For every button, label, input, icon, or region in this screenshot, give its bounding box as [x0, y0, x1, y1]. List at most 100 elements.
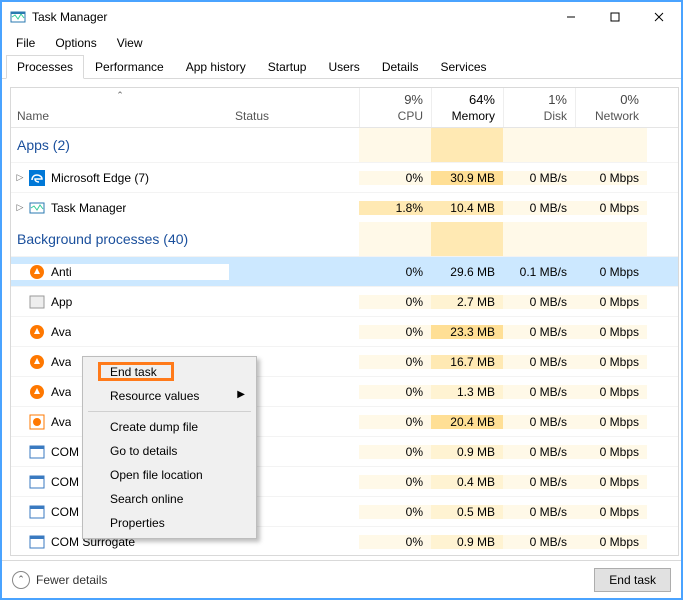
fewer-details-button[interactable]: ⌃ Fewer details	[12, 571, 107, 589]
ctx-end-task[interactable]: End task	[86, 360, 253, 384]
cell-network: 0 Mbps	[575, 415, 647, 429]
col-name[interactable]: ⌃ Name	[11, 88, 229, 127]
cell-network: 0 Mbps	[575, 265, 647, 279]
tab-app-history[interactable]: App history	[175, 55, 257, 79]
col-disk[interactable]: 1% Disk	[503, 88, 575, 127]
ctx-resource-values-label: Resource values	[110, 389, 199, 403]
col-cpu[interactable]: 9% CPU	[359, 88, 431, 127]
memory-pct: 64%	[440, 92, 495, 107]
cell-memory: 20.4 MB	[431, 415, 503, 429]
menu-options[interactable]: Options	[47, 34, 104, 52]
table-row[interactable]: Anti 0% 29.6 MB 0.1 MB/s 0 Mbps	[11, 256, 678, 286]
process-icon	[29, 200, 45, 216]
ctx-create-dump[interactable]: Create dump file	[86, 415, 253, 439]
tab-details[interactable]: Details	[371, 55, 430, 79]
tabs: Processes Performance App history Startu…	[2, 54, 681, 79]
process-icon	[29, 414, 45, 430]
cell-disk: 0 MB/s	[503, 201, 575, 215]
cell-disk: 0 MB/s	[503, 295, 575, 309]
process-name: Ava	[51, 415, 71, 429]
tab-startup[interactable]: Startup	[257, 55, 318, 79]
window-title: Task Manager	[32, 10, 107, 24]
ctx-properties[interactable]: Properties	[86, 511, 253, 535]
cell-disk: 0 MB/s	[503, 535, 575, 549]
cell-network: 0 Mbps	[575, 295, 647, 309]
process-icon	[29, 264, 45, 280]
tab-performance[interactable]: Performance	[84, 55, 175, 79]
process-icon	[29, 444, 45, 460]
close-button[interactable]	[637, 2, 681, 32]
cell-disk: 0 MB/s	[503, 475, 575, 489]
col-memory[interactable]: 64% Memory	[431, 88, 503, 127]
ctx-open-location[interactable]: Open file location	[86, 463, 253, 487]
section-apps: Apps (2)	[11, 128, 678, 162]
end-task-button[interactable]: End task	[594, 568, 671, 592]
table-row[interactable]: ▷ Task Manager 1.8% 10.4 MB 0 MB/s 0 Mbp…	[11, 192, 678, 222]
col-network[interactable]: 0% Network	[575, 88, 647, 127]
col-name-label: Name	[17, 109, 223, 123]
cell-network: 0 Mbps	[575, 201, 647, 215]
disk-pct: 1%	[512, 92, 567, 107]
ctx-go-details[interactable]: Go to details	[86, 439, 253, 463]
titlebar[interactable]: Task Manager	[2, 2, 681, 32]
process-name: App	[51, 295, 72, 309]
chevron-up-icon: ⌃	[12, 571, 30, 589]
cell-network: 0 Mbps	[575, 535, 647, 549]
cell-cpu: 0%	[359, 475, 431, 489]
section-apps-label: Apps (2)	[17, 137, 70, 153]
cell-memory: 0.9 MB	[431, 445, 503, 459]
menu-view[interactable]: View	[109, 34, 151, 52]
col-status-label: Status	[235, 109, 269, 123]
process-name: Task Manager	[51, 201, 126, 215]
content-area: ⌃ Name Status 9% CPU 64% Memory 1% Disk	[2, 79, 681, 560]
cell-network: 0 Mbps	[575, 385, 647, 399]
process-name: Microsoft Edge (7)	[51, 171, 149, 185]
cell-network: 0 Mbps	[575, 171, 647, 185]
cpu-pct: 9%	[368, 92, 423, 107]
ctx-resource-values[interactable]: Resource values ▶	[86, 384, 253, 408]
sort-chevron-icon: ⌃	[116, 90, 124, 101]
disk-label: Disk	[512, 109, 567, 123]
column-headers: ⌃ Name Status 9% CPU 64% Memory 1% Disk	[11, 88, 678, 128]
cell-cpu: 0%	[359, 385, 431, 399]
cell-memory: 1.3 MB	[431, 385, 503, 399]
submenu-arrow-icon: ▶	[237, 389, 245, 400]
cell-cpu: 0%	[359, 505, 431, 519]
table-row[interactable]: App 0% 2.7 MB 0 MB/s 0 Mbps	[11, 286, 678, 316]
table-row[interactable]: ▷ Microsoft Edge (7) 0% 30.9 MB 0 MB/s 0…	[11, 162, 678, 192]
network-pct: 0%	[584, 92, 639, 107]
cell-memory: 2.7 MB	[431, 295, 503, 309]
cell-network: 0 Mbps	[575, 505, 647, 519]
cell-disk: 0 MB/s	[503, 385, 575, 399]
cell-disk: 0 MB/s	[503, 355, 575, 369]
task-manager-icon	[10, 9, 26, 25]
process-icon	[29, 354, 45, 370]
menu-file[interactable]: File	[8, 34, 43, 52]
tab-users[interactable]: Users	[317, 55, 370, 79]
expand-icon[interactable]: ▷	[13, 172, 27, 183]
ctx-search-online[interactable]: Search online	[86, 487, 253, 511]
cell-cpu: 0%	[359, 355, 431, 369]
task-manager-window: Task Manager File Options View Processes…	[0, 0, 683, 600]
cell-disk: 0 MB/s	[503, 171, 575, 185]
cell-cpu: 0%	[359, 325, 431, 339]
cell-cpu: 0%	[359, 171, 431, 185]
minimize-button[interactable]	[549, 2, 593, 32]
cell-network: 0 Mbps	[575, 475, 647, 489]
table-row[interactable]: Ava 0% 23.3 MB 0 MB/s 0 Mbps	[11, 316, 678, 346]
cell-cpu: 0%	[359, 415, 431, 429]
context-menu: End task Resource values ▶ Create dump f…	[82, 356, 257, 539]
process-icon	[29, 474, 45, 490]
cell-memory: 0.5 MB	[431, 505, 503, 519]
cell-memory: 16.7 MB	[431, 355, 503, 369]
expand-icon[interactable]: ▷	[13, 202, 27, 213]
process-icon	[29, 170, 45, 186]
tab-processes[interactable]: Processes	[6, 55, 84, 79]
cell-cpu: 0%	[359, 445, 431, 459]
cell-memory: 0.4 MB	[431, 475, 503, 489]
maximize-button[interactable]	[593, 2, 637, 32]
tab-services[interactable]: Services	[430, 55, 498, 79]
process-name: Anti	[51, 265, 72, 279]
process-icon	[29, 534, 45, 550]
col-status[interactable]: Status	[229, 88, 359, 127]
